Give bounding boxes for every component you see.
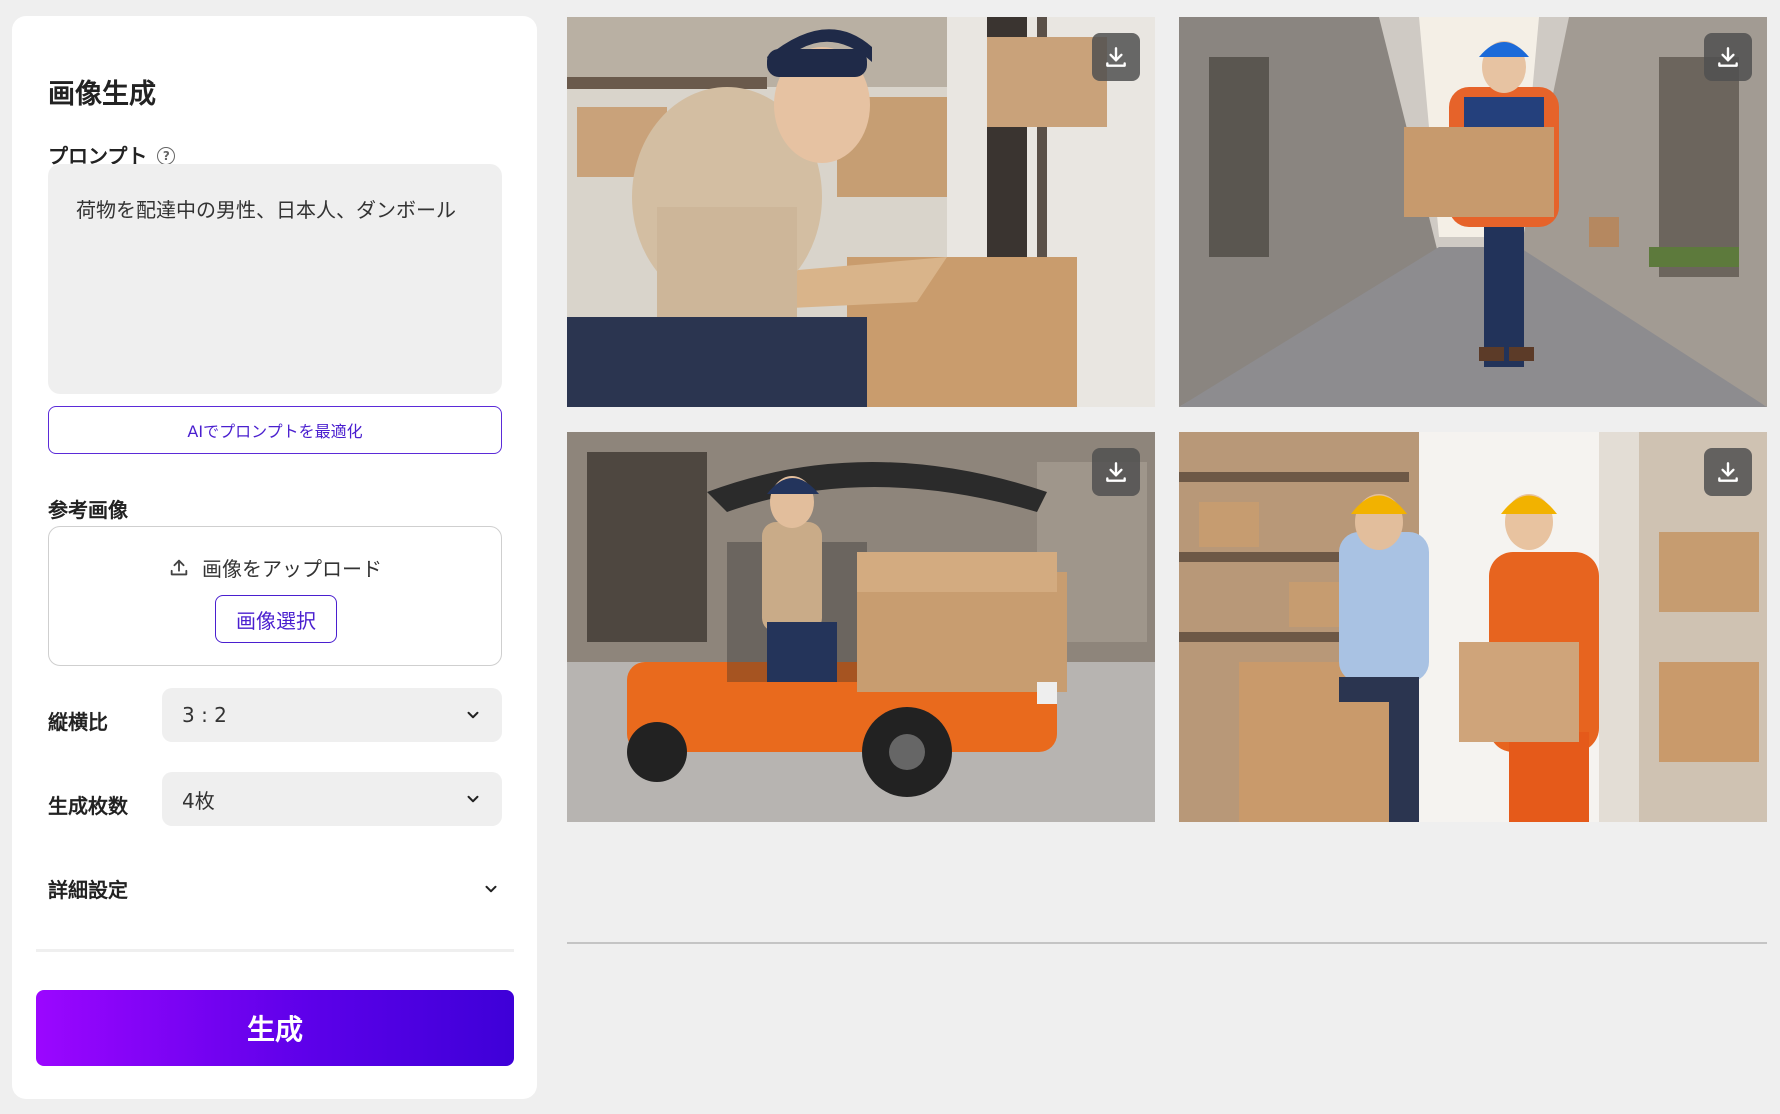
chevron-down-icon (467, 711, 479, 719)
upload-row: 画像をアップロード (49, 553, 501, 582)
generated-image-1[interactable] (567, 17, 1155, 407)
help-icon[interactable]: ? (157, 146, 176, 165)
aspect-ratio-value: 3 : 2 (182, 703, 227, 727)
reference-image-label: 参考画像 (48, 498, 128, 522)
image-count-value: 4枚 (182, 788, 215, 813)
generated-image-2[interactable] (1179, 17, 1767, 407)
gallery-divider (567, 942, 1767, 944)
upload-label: 画像をアップロード (202, 557, 382, 581)
image-count-select[interactable]: 4枚 (162, 772, 502, 826)
download-button[interactable] (1092, 448, 1140, 496)
upload-icon (170, 559, 188, 575)
advanced-settings-label: 詳細設定 (48, 878, 128, 902)
advanced-settings-toggle[interactable]: 詳細設定 (48, 874, 502, 903)
upload-dropzone[interactable]: 画像をアップロード 画像選択 (48, 526, 502, 666)
aspect-ratio-label: 縦横比 (48, 710, 108, 734)
download-icon (1718, 47, 1738, 67)
prompt-input[interactable]: 荷物を配達中の男性、日本人、ダンボール (48, 164, 502, 394)
generation-panel: 画像生成 プロンプト? 荷物を配達中の男性、日本人、ダンボール AIでプロンプト… (12, 16, 537, 1099)
image-man-opening-box (567, 17, 1155, 407)
divider (36, 949, 514, 952)
select-image-button[interactable]: 画像選択 (215, 595, 337, 643)
generated-image-3[interactable] (567, 432, 1155, 822)
generated-image-4[interactable] (1179, 432, 1767, 822)
aspect-ratio-select[interactable]: 3 : 2 (162, 688, 502, 742)
image-man-carrying-box (1179, 17, 1767, 407)
download-button[interactable] (1092, 33, 1140, 81)
chevron-down-icon (485, 885, 497, 892)
optimize-prompt-button[interactable]: AIでプロンプトを最適化 (48, 406, 502, 454)
download-icon (1718, 462, 1738, 482)
download-icon (1106, 462, 1126, 482)
image-count-label: 生成枚数 (48, 794, 128, 818)
panel-title: 画像生成 (48, 79, 156, 110)
image-delivery-cart (567, 432, 1155, 822)
generate-button[interactable]: 生成 (36, 990, 514, 1066)
chevron-down-icon (467, 795, 479, 803)
download-button[interactable] (1704, 33, 1752, 81)
image-two-workers (1179, 432, 1767, 822)
download-icon (1106, 47, 1126, 67)
download-button[interactable] (1704, 448, 1752, 496)
